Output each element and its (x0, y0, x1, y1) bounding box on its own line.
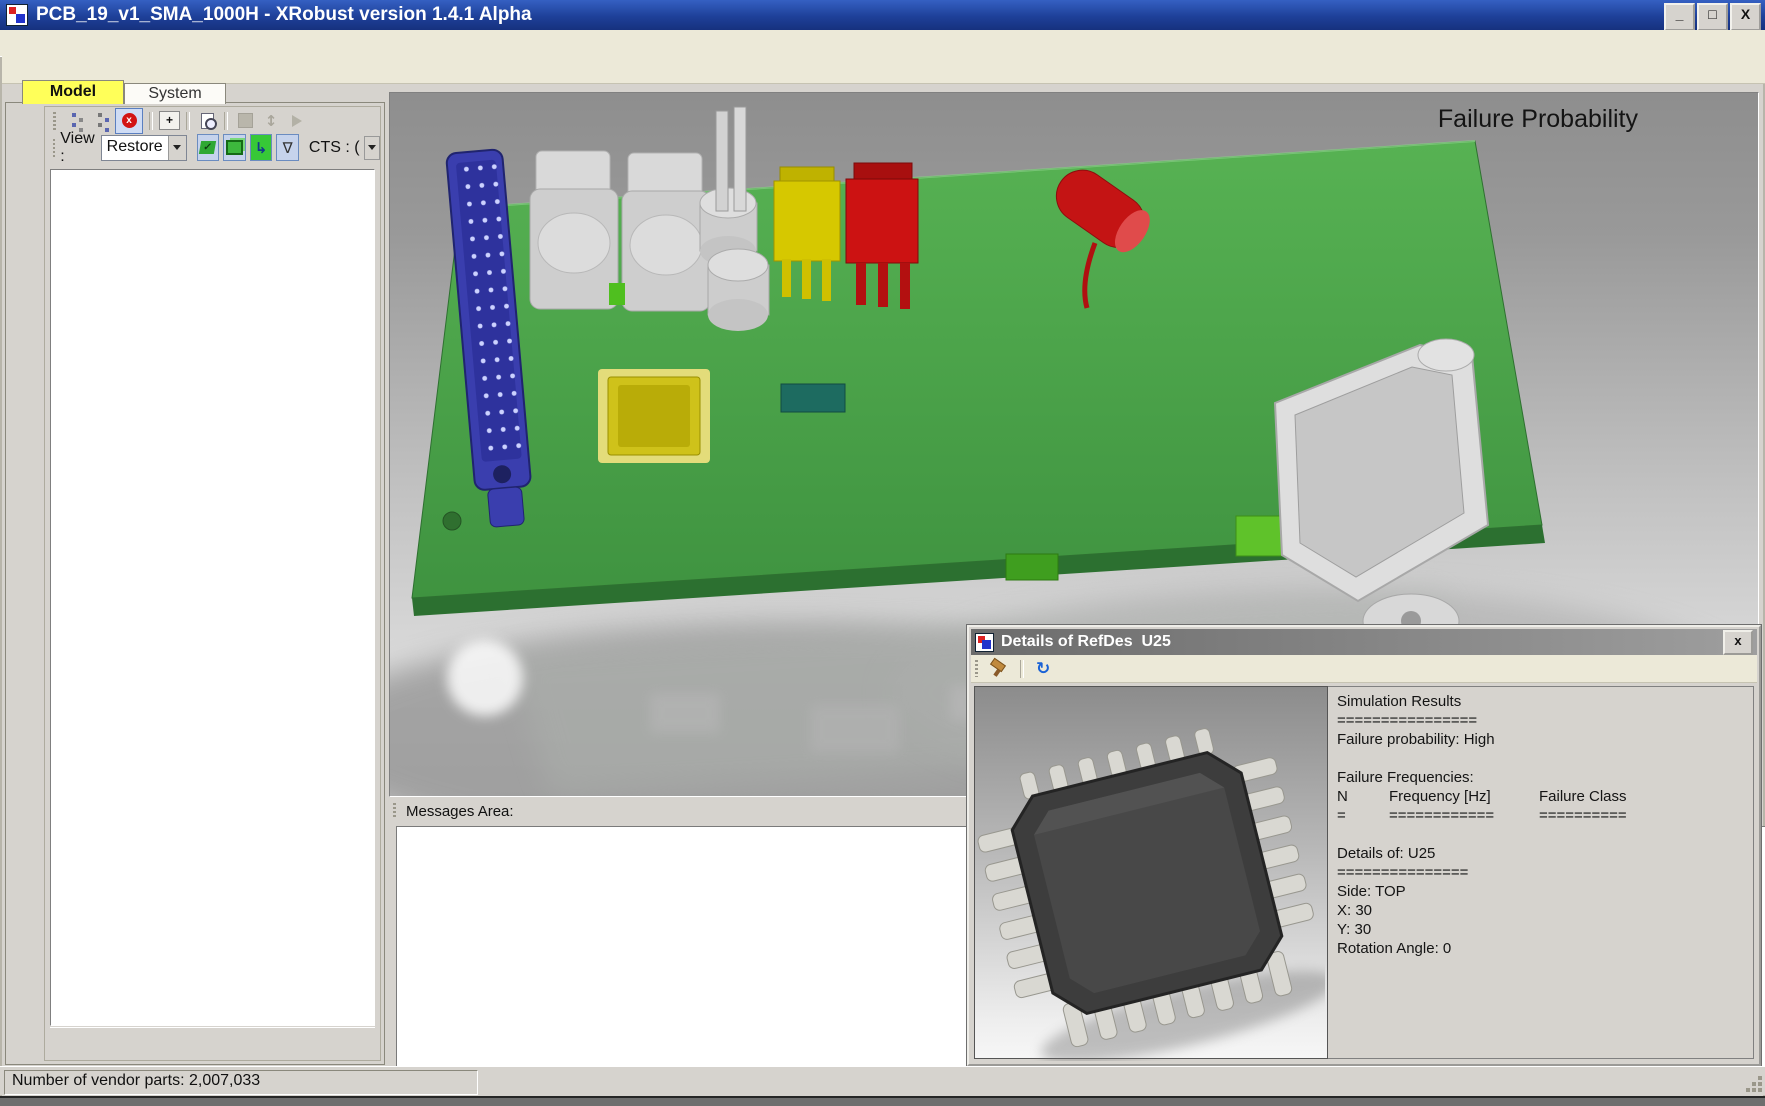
separator-line: ================ (1337, 711, 1744, 730)
details-window-icon (975, 633, 994, 652)
failure-frequencies-title: Failure Frequencies: (1337, 768, 1744, 787)
menu-bar (0, 30, 1765, 57)
view-select-dropdown[interactable] (168, 136, 186, 160)
axis-button[interactable]: ↳ (250, 134, 273, 161)
separator-line: =============== (1337, 863, 1744, 882)
details-close-button[interactable]: x (1723, 630, 1753, 655)
blank-line (1337, 825, 1744, 844)
window-controls: _ □ X (1664, 3, 1761, 31)
to220-red (846, 163, 918, 309)
separator (186, 112, 190, 130)
window-title: PCB_19_v1_SMA_1000H - XRobust version 1.… (36, 4, 532, 26)
tree-toolbar: x + ↕ (45, 107, 380, 134)
messages-area-label: Messages Area: (406, 803, 514, 820)
view-select-value: Restore (102, 136, 168, 160)
simulation-results-tree (50, 169, 375, 1026)
chip-teal (781, 384, 845, 412)
tab-system[interactable]: System (124, 83, 226, 104)
details-body: Simulation Results ================ Fail… (974, 686, 1754, 1059)
vendor-parts-count: Number of vendor parts: 2,007,033 (4, 1070, 478, 1095)
play-icon-disabled (286, 111, 308, 131)
separator (149, 112, 153, 130)
add-button[interactable]: + (159, 111, 180, 130)
side-value: Side: TOP (1337, 882, 1744, 901)
app-icon (6, 4, 28, 26)
x-value: X: 30 (1337, 901, 1744, 920)
blank-line (1337, 749, 1744, 768)
legend-title: Failure Probability (1438, 105, 1638, 134)
sim-results-title: Simulation Results (1337, 692, 1744, 711)
cts-label: CTS : ( (309, 139, 360, 157)
close-button[interactable]: X (1730, 3, 1761, 31)
collapse-tree-icon[interactable] (89, 111, 111, 131)
preview-icon[interactable] (196, 111, 218, 131)
minimize-button[interactable]: _ (1664, 3, 1695, 31)
relay-block-2 (622, 153, 710, 311)
stop-icon-disabled (234, 111, 256, 131)
maximize-button[interactable]: □ (1697, 3, 1728, 31)
details-window-title: Details of RefDes U25 (1001, 633, 1171, 651)
failure-probability-value: Failure probability: High (1337, 730, 1744, 749)
details-title-bar[interactable]: Details of RefDes U25 x (971, 629, 1757, 655)
application-window: PCB_19_v1_SMA_1000H - XRobust version 1.… (0, 0, 1765, 1106)
title-bar[interactable]: PCB_19_v1_SMA_1000H - XRobust version 1.… (0, 0, 1765, 30)
refresh-icon[interactable]: ↻ (1036, 659, 1050, 679)
taskbar-edge (0, 1096, 1765, 1106)
component-3d-image (974, 686, 1328, 1059)
details-toolbar: ↻ (971, 655, 1757, 683)
resize-grip[interactable] (1758, 1088, 1762, 1092)
main-toolbar (2, 56, 1765, 84)
separator (1020, 660, 1024, 678)
chip-green-center (1006, 554, 1058, 580)
y-value: Y: 30 (1337, 920, 1744, 939)
qfp-chip-render (975, 687, 1325, 1061)
chip-lime-small (609, 283, 625, 305)
freq-table-sep: ======================= (1337, 806, 1744, 825)
details-window: Details of RefDes U25 x ↻ (967, 625, 1761, 1066)
filter-button[interactable]: ∇ (276, 134, 299, 161)
status-bar: Number of vendor parts: 2,007,033 (0, 1066, 1765, 1095)
details-text-panel[interactable]: Simulation Results ================ Fail… (1328, 686, 1754, 1059)
qfp-yellow (598, 369, 710, 463)
cts-dropdown[interactable] (364, 136, 380, 160)
separator (224, 112, 228, 130)
clear-selection-button[interactable]: x (115, 108, 143, 134)
model-tree-panel: x + ↕ View : Restore ✓ ↳ ∇ C (44, 106, 381, 1061)
tab-model[interactable]: Model (22, 80, 124, 104)
left-panel: x + ↕ View : Restore ✓ ↳ ∇ C (5, 102, 385, 1065)
rotation-value: Rotation Angle: 0 (1337, 939, 1744, 958)
expand-tree-icon[interactable] (63, 111, 85, 131)
view-toolbar: View : Restore ✓ ↳ ∇ CTS : ( (45, 134, 380, 161)
freq-table-header: NFrequency [Hz]Failure Class (1337, 787, 1744, 806)
details-of-title: Details of: U25 (1337, 844, 1744, 863)
part-type-legend (50, 1027, 375, 1056)
paint-mode-button[interactable]: ✓ (197, 134, 220, 161)
messages-area-header: Messages Area: (389, 799, 989, 823)
split-icon-disabled: ↕ (260, 111, 282, 131)
view-label: View : (60, 130, 94, 166)
solid-3d-button[interactable] (223, 134, 246, 161)
failure-probability-legend: Failure Probability (1438, 105, 1638, 146)
to220-yellow (774, 167, 840, 301)
tool-hammer-icon[interactable] (988, 659, 1008, 679)
relay-block-1 (530, 151, 618, 309)
view-select[interactable]: Restore (101, 135, 187, 161)
